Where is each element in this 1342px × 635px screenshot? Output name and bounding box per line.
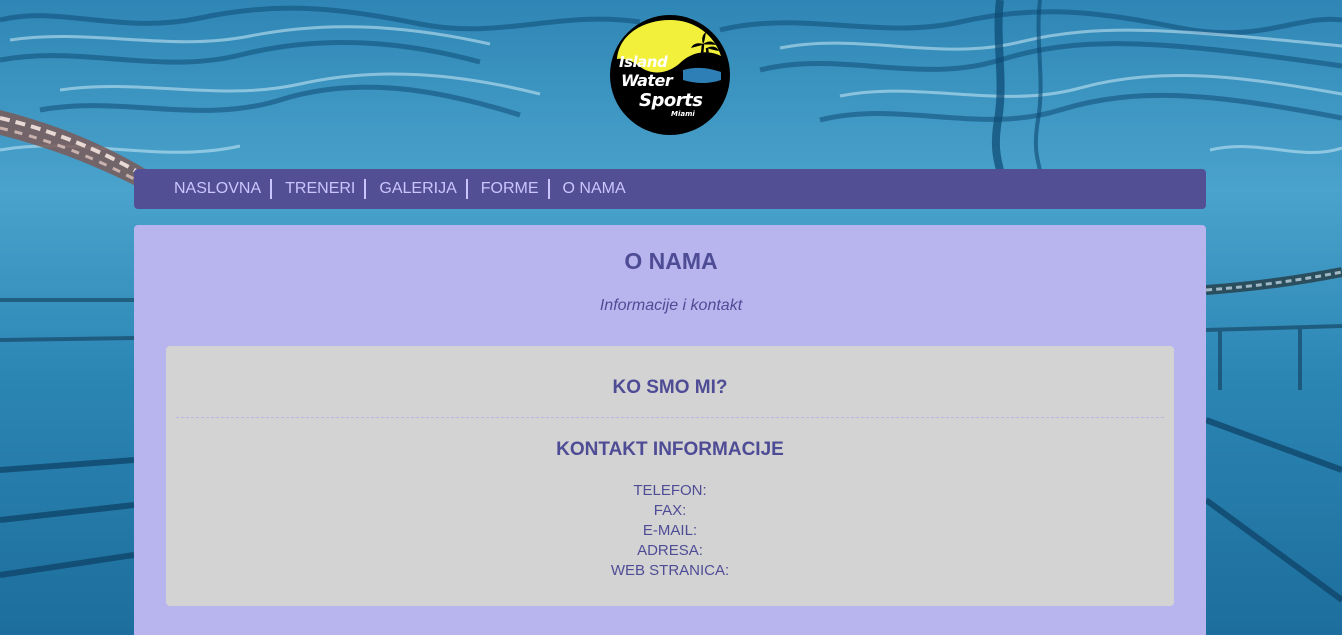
brand-logo[interactable]: Island Water Sports Miami (609, 14, 731, 136)
logo-text-miami: Miami (671, 110, 695, 118)
nav-item-naslovna[interactable]: NASLOVNA (165, 179, 270, 199)
main-navigation: NASLOVNA TRENERI GALERIJA FORME O NAMA (134, 169, 1206, 209)
contact-fax: FAX: (653, 502, 687, 519)
nav-list: NASLOVNA TRENERI GALERIJA FORME O NAMA (165, 169, 635, 209)
logo-text-island: Island (619, 53, 668, 71)
section-divider (176, 417, 1164, 418)
page-title: O NAMA (624, 248, 718, 274)
logo-text-water: Water (621, 71, 673, 90)
nav-item-treneri[interactable]: TRENERI (270, 179, 364, 199)
contact-phone: TELEFON: (633, 482, 707, 499)
nav-item-o-nama[interactable]: O NAMA (547, 179, 635, 199)
nav-item-galerija[interactable]: GALERIJA (364, 179, 465, 199)
contact-list: TELEFON: FAX: E-MAIL: ADRESA: WEB STRANI… (166, 481, 1174, 581)
contact-heading: KONTAKT INFORMACIJE (556, 439, 784, 460)
nav-item-forme[interactable]: FORME (465, 179, 548, 199)
page-subtitle: Informacije i kontakt (599, 297, 743, 314)
contact-email: E-MAIL: (642, 522, 698, 539)
info-card: KO SMO MI? KONTAKT INFORMACIJE TELEFON: … (166, 346, 1174, 606)
about-heading: KO SMO MI? (612, 377, 728, 398)
contact-website: WEB STRANICA: (610, 562, 730, 579)
logo-text-sports: Sports (639, 90, 703, 111)
contact-address: ADRESA: (637, 542, 703, 559)
